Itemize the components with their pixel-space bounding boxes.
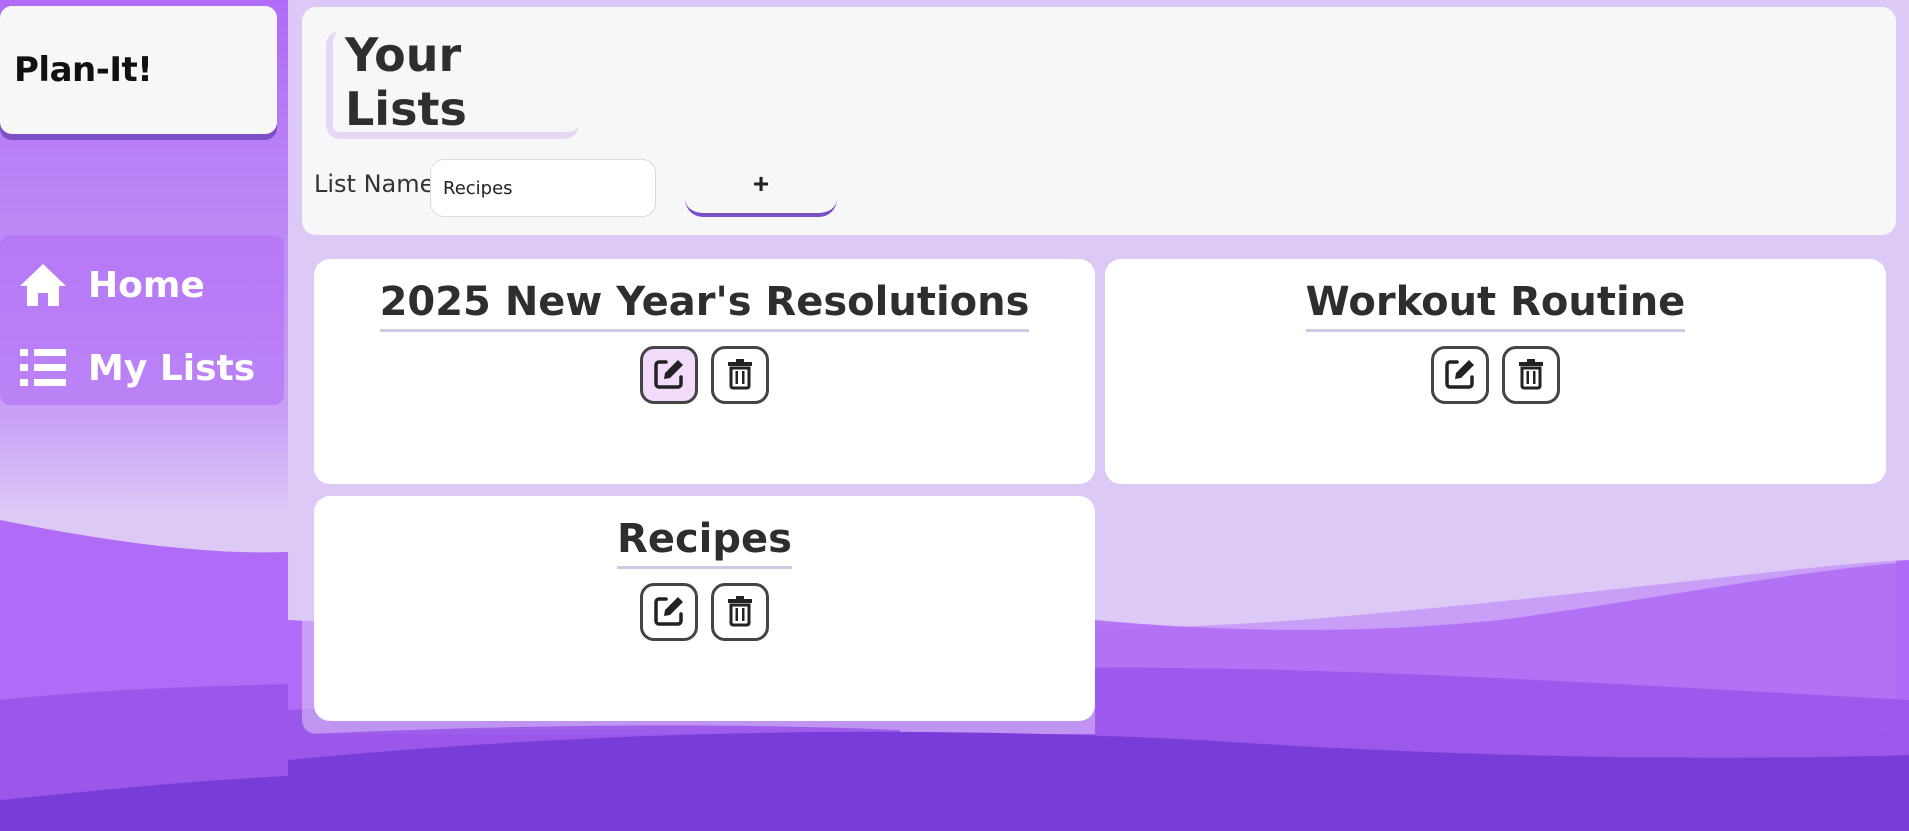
edit-list-button[interactable]	[640, 346, 698, 404]
page-title: Your Lists	[326, 28, 579, 139]
edit-list-button[interactable]	[640, 583, 698, 641]
trash-icon	[723, 357, 757, 394]
list-card-title: 2025 New Year's Resolutions	[379, 279, 1030, 332]
list-card-actions	[640, 583, 769, 641]
edit-icon	[652, 594, 686, 631]
list-card: Recipes	[314, 496, 1095, 721]
edit-list-button[interactable]	[1431, 346, 1489, 404]
list-name-input[interactable]	[430, 159, 656, 217]
header: Your Lists List Name +	[302, 7, 1896, 235]
list-card-actions	[640, 346, 769, 404]
list-name-label: List Name	[314, 170, 435, 198]
list-card: 2025 New Year's Resolutions	[314, 259, 1095, 484]
delete-list-button[interactable]	[711, 583, 769, 641]
delete-list-button[interactable]	[1502, 346, 1560, 404]
edit-icon	[1443, 357, 1477, 394]
trash-icon	[723, 594, 757, 631]
lists-panel: 2025 New Year's Resolutions Workout Rout…	[302, 247, 1896, 734]
edit-icon	[652, 357, 686, 394]
list-card-title: Recipes	[617, 516, 792, 569]
add-list-button[interactable]: +	[685, 165, 837, 217]
trash-icon	[1514, 357, 1548, 394]
list-card-actions	[1431, 346, 1560, 404]
list-card: Workout Routine	[1105, 259, 1886, 484]
delete-list-button[interactable]	[711, 346, 769, 404]
list-card-title: Workout Routine	[1305, 279, 1686, 332]
